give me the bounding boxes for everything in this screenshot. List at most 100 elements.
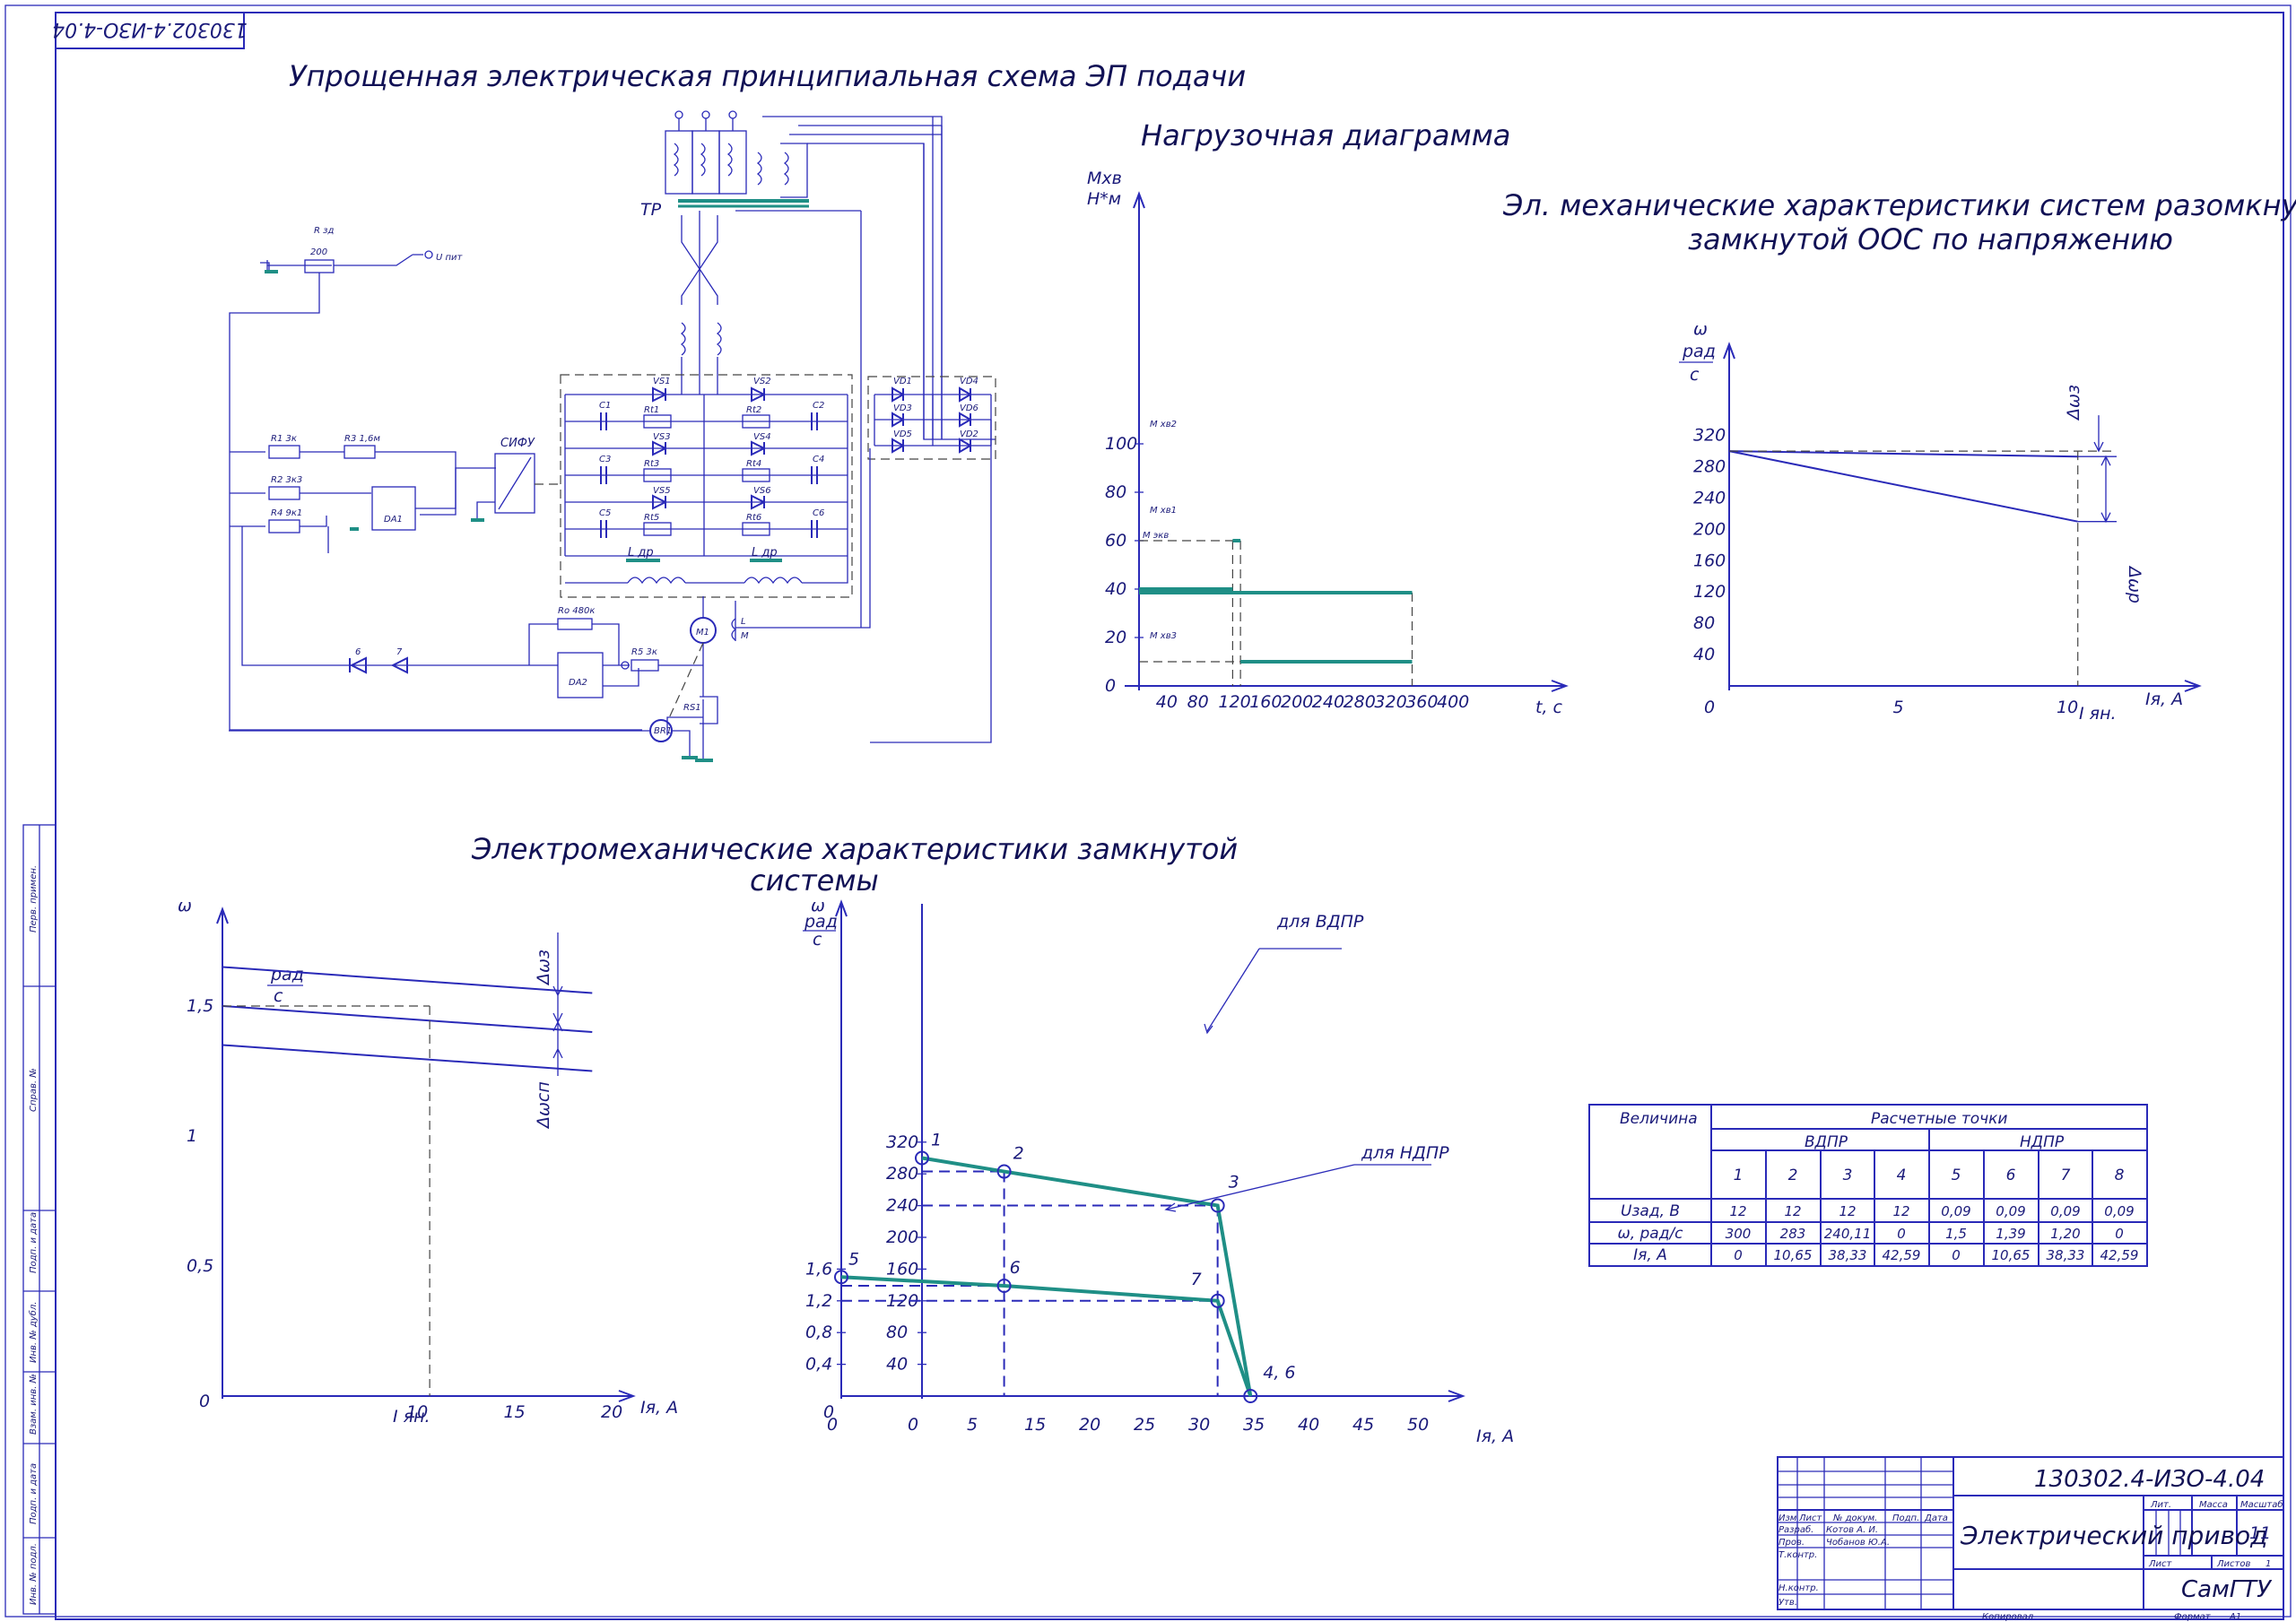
tb-utv: Утв. [1779,1598,1797,1608]
table-cell: 38,33 [1829,1247,1867,1263]
closed-ytick: 320 [886,1132,918,1152]
closed-point-label: 2 [1013,1144,1024,1164]
tb-list: Лист [1798,1514,1823,1523]
tb-format-val: A1 [2229,1612,2241,1622]
table-cell: 12 [1892,1203,1909,1219]
table-cell: 0,09 [2050,1203,2080,1219]
left-unit-num: рад [270,965,304,984]
closed-ytick-outer: 1,6 [805,1259,832,1279]
tb-nkontr: Н.контр. [1779,1583,1819,1593]
open-series-line [1728,450,2078,523]
open-arrow [2093,415,2104,453]
rt3-label: Rt3 [644,459,659,469]
rs1-label: RS1 [683,703,701,713]
r2-label: R2 3к3 [271,475,302,485]
closed-ytick: 160 [886,1259,918,1279]
open-ytick: 160 [1693,551,1726,570]
closed-ytick-outer: 1,2 [805,1291,832,1311]
drawing-sheet: 130302.4-ИЗО-4.04 Перв. примен. Справ. №… [4,4,2296,1622]
upit-label: U пит [436,253,464,263]
title-block: 130302.4-ИЗО-4.04 Электрический привод С… [1777,1456,2284,1622]
load-xtick: 360 [1405,692,1438,712]
closed-xlabel: Iя, A [1476,1427,1514,1446]
side-stamp: Перв. примен. Справ. № Подп. и дата Инв.… [22,824,57,1615]
side-stamp-6: Подп. и дата [29,1463,39,1524]
load-ylabel-2: Н*м [1087,189,1121,209]
load-xtick: 400 [1437,692,1469,712]
table-group: Расчетные точки [1871,1110,2008,1128]
ro-label: Ro 480к [558,606,595,616]
vd1: VD1 [893,377,912,386]
sifu-label: СИФУ [500,437,535,450]
table-cell: 12 [1729,1203,1746,1219]
c2-label: C2 [813,401,824,411]
open-xtick: 10 [2057,698,2078,717]
left-d-omega-sp: Δωсп [534,1081,553,1130]
lm-label: L [741,617,746,627]
load-label-mhv2: M хв2 [1150,420,1177,429]
tb-org: СамГТУ [2181,1576,2273,1603]
r1-label: R1 3к [271,434,297,444]
c4-label: C4 [813,455,824,464]
table-row-name: Uзад, В [1621,1202,1680,1220]
table-cell: 1,39 [1996,1226,2025,1242]
load-label-mehv: M экв [1143,531,1169,541]
left-series-line [222,1005,593,1033]
load-ylabel-1: Мхв [1087,169,1122,188]
closed-xtick: 0 [908,1415,918,1435]
table-num: 1 [1734,1167,1744,1184]
table-cell: 38,33 [2047,1247,2085,1263]
closed-ylabel-2: рад [804,912,838,932]
table-cell: 0,09 [1941,1203,1970,1219]
rt1-label: Rt1 [644,405,659,415]
closed-ytick-outer: 0,8 [805,1323,832,1342]
table-cell: 42,59 [1883,1247,1921,1263]
tb-copied: Копировал [1982,1612,2034,1622]
d6-label: 6 [355,647,361,657]
da1-label: DA1 [384,515,403,525]
table-cell: 283 [1780,1226,1806,1242]
vs2-label: VS2 [753,377,771,386]
side-stamp-1: Перв. примен. [29,865,39,932]
tb-razrab-name: Котов А. И. [1826,1525,1878,1535]
title-scheme: Упрощенная электрическая принципиальная … [289,59,1246,93]
tb-doc: № докум. [1832,1514,1877,1523]
load-xtick: 160 [1249,692,1282,712]
closed-ytick: 40 [886,1355,908,1375]
load-chart: Мхв Н*м t, c 020406080100 40 80 1201602002… [1087,169,1569,717]
open-xtick: 5 [1893,698,1904,717]
c1-label: C1 [599,401,611,411]
table-cell: 10,65 [1774,1247,1813,1263]
left-xtick: 10 [406,1402,428,1422]
closed-chart: ω рад с Iя, A 408012016020024028032000,4… [803,896,1514,1446]
load-xtick: 80 [1187,692,1209,712]
open-d-omega-z: Δωз [2064,385,2083,421]
lm2-label: M [741,631,749,641]
closed-point-label: 1 [931,1131,942,1150]
closed-xtick: 15 [1024,1415,1046,1435]
left-ylabel: ω [178,896,192,915]
c6-label: C6 [813,508,824,518]
closed-xtick: 25 [1134,1415,1155,1435]
vs3-label: VS3 [653,432,671,442]
d7-label: 7 [396,647,403,657]
closed-ytick-outer: 0,4 [805,1355,832,1375]
table-col0: Величина [1620,1110,1698,1128]
open-x-extra: I ян. [2079,704,2117,724]
closed-ytick: 80 [886,1323,908,1342]
open-xtick: 0 [1704,698,1715,717]
closed-xtick: 30 [1188,1415,1210,1435]
closed-ytick: 240 [886,1196,918,1216]
title-load: Нагрузочная диаграмма [1141,118,1510,152]
title-elmech-2: замкнутой ООС по напряжению [1688,222,2173,256]
closed-point-label: 6 [1010,1258,1021,1278]
closed-xtick: 45 [1352,1415,1374,1435]
load-xtick: 120 [1218,692,1250,712]
title-elmech-1: Эл. механические характеристики систем р… [1502,188,2296,222]
vs5-label: VS5 [653,486,671,496]
table-cell: 12 [1839,1203,1856,1219]
table-cell: 10,65 [1992,1247,2031,1263]
load-xtick: 320 [1374,692,1406,712]
side-stamp-2: Справ. № [29,1068,39,1112]
left-xtick: 20 [601,1402,622,1422]
